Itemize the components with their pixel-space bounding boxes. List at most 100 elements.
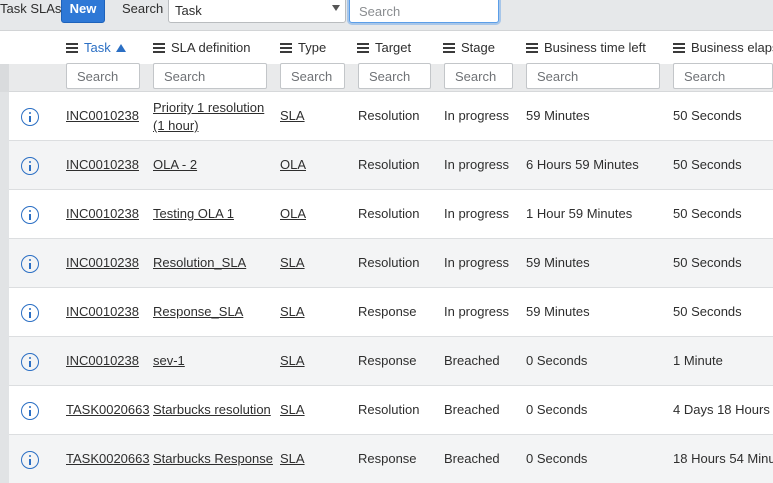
target-value: Resolution — [358, 402, 420, 417]
type-link[interactable]: SLA — [280, 108, 305, 123]
business-elapsed-value: 50 Seconds — [673, 206, 742, 221]
target-value: Resolution — [358, 108, 420, 123]
task-sla-table: Task SLA definition Type Target Stage Bu… — [0, 31, 773, 483]
list-menu-icon[interactable] — [153, 42, 165, 53]
business-time-left-value: 6 Hours 59 Minutes — [526, 157, 639, 172]
business-elapsed-value: 50 Seconds — [673, 157, 742, 172]
type-link[interactable]: SLA — [280, 451, 305, 466]
task-link[interactable]: INC0010238 — [66, 108, 139, 123]
task-link[interactable]: INC0010238 — [66, 353, 139, 368]
column-header-sla-definition[interactable]: SLA definition — [153, 40, 251, 55]
task-link[interactable]: INC0010238 — [66, 157, 139, 172]
column-header-label: Business elapsed — [691, 40, 773, 55]
table-row: INC0010238 Testing OLA 1 OLA Resolution … — [0, 190, 773, 239]
table-body: INC0010238 Priority 1 resolution (1 hour… — [0, 92, 773, 483]
list-menu-icon[interactable] — [66, 42, 78, 53]
stage-value: Breached — [444, 451, 500, 466]
sla-definition-link[interactable]: Response_SLA — [153, 304, 243, 319]
target-value: Response — [358, 353, 417, 368]
type-link[interactable]: OLA — [280, 206, 306, 221]
business-elapsed-value: 50 Seconds — [673, 304, 742, 319]
stage-value: Breached — [444, 353, 500, 368]
column-header-task[interactable]: Task — [66, 40, 126, 55]
info-circle-icon[interactable] — [21, 157, 39, 175]
table-row: INC0010238 Priority 1 resolution (1 hour… — [0, 92, 773, 141]
table-row: TASK0020663 Starbucks Response SLA Respo… — [0, 435, 773, 483]
column-header-label: Stage — [461, 40, 495, 55]
search-input-business-time-left[interactable] — [526, 63, 660, 89]
info-circle-icon[interactable] — [21, 255, 39, 273]
column-header-type[interactable]: Type — [280, 40, 326, 55]
type-link[interactable]: SLA — [280, 304, 305, 319]
task-link[interactable]: INC0010238 — [66, 304, 139, 319]
column-header-label: Type — [298, 40, 327, 55]
stage-value: In progress — [444, 157, 510, 172]
target-value: Response — [358, 451, 417, 466]
new-button[interactable]: New — [61, 0, 105, 23]
info-circle-icon[interactable] — [21, 304, 39, 322]
type-link[interactable]: OLA — [280, 157, 306, 172]
table-header-row: Task SLA definition Type Target Stage Bu… — [0, 31, 773, 64]
search-label: Search — [122, 1, 164, 16]
table-row: INC0010238 OLA - 2 OLA Resolution In pro… — [0, 141, 773, 190]
column-header-label: Target — [375, 40, 412, 55]
business-elapsed-value: 18 Hours 54 Minutes — [673, 451, 773, 466]
column-header-business-time-left[interactable]: Business time left — [526, 40, 646, 55]
column-header-stage[interactable]: Stage — [443, 40, 495, 55]
list-menu-icon[interactable] — [526, 42, 538, 53]
type-link[interactable]: SLA — [280, 353, 305, 368]
sla-definition-link[interactable]: Resolution_SLA — [153, 255, 246, 270]
search-input-stage[interactable] — [444, 63, 513, 89]
search-field-value: Task — [175, 3, 202, 18]
sla-definition-link[interactable]: OLA - 2 — [153, 157, 197, 172]
info-circle-icon[interactable] — [21, 108, 39, 126]
business-time-left-value: 59 Minutes — [526, 108, 590, 123]
stage-value: In progress — [444, 255, 510, 270]
sla-definition-link[interactable]: Testing OLA 1 — [153, 206, 234, 221]
sla-definition-link[interactable]: sev-1 — [153, 353, 185, 368]
type-link[interactable]: SLA — [280, 255, 305, 270]
search-input[interactable] — [349, 0, 499, 23]
task-link[interactable]: INC0010238 — [66, 255, 139, 270]
task-link[interactable]: TASK0020663 — [66, 451, 150, 466]
target-value: Resolution — [358, 157, 420, 172]
list-menu-icon[interactable] — [673, 42, 685, 53]
business-time-left-value: 1 Hour 59 Minutes — [526, 206, 633, 221]
stage-value: In progress — [444, 206, 510, 221]
column-header-target[interactable]: Target — [357, 40, 411, 55]
sla-definition-link[interactable]: Starbucks Response — [153, 451, 273, 466]
list-menu-icon[interactable] — [357, 42, 369, 53]
target-value: Resolution — [358, 255, 420, 270]
target-value: Resolution — [358, 206, 420, 221]
stage-value: In progress — [444, 108, 510, 123]
info-circle-icon[interactable] — [21, 402, 39, 420]
list-menu-icon[interactable] — [443, 42, 455, 53]
business-time-left-value: 0 Seconds — [526, 353, 588, 368]
search-input-type[interactable] — [280, 63, 345, 89]
column-header-label: SLA definition — [171, 40, 251, 55]
search-input-target[interactable] — [358, 63, 431, 89]
table-row: INC0010238 Response_SLA SLA Response In … — [0, 288, 773, 337]
task-link[interactable]: TASK0020663 — [66, 402, 150, 417]
search-input-task[interactable] — [66, 63, 140, 89]
info-circle-icon[interactable] — [21, 353, 39, 371]
table-row: INC0010238 sev-1 SLA Response Breached 0… — [0, 337, 773, 386]
info-circle-icon[interactable] — [21, 451, 39, 469]
column-header-business-elapsed[interactable]: Business elapsed — [673, 40, 773, 55]
sla-definition-link[interactable]: Priority 1 resolution (1 hour) — [153, 99, 277, 135]
search-input-sla-definition[interactable] — [153, 63, 267, 89]
business-time-left-value: 59 Minutes — [526, 304, 590, 319]
table-row: TASK0020663 Starbucks resolution SLA Res… — [0, 386, 773, 435]
type-link[interactable]: SLA — [280, 402, 305, 417]
list-menu-icon[interactable] — [280, 42, 292, 53]
sla-definition-link[interactable]: Starbucks resolution — [153, 402, 271, 417]
list-toolbar: Task SLAs New Search Task — [0, 0, 773, 31]
search-input-business-elapsed[interactable] — [673, 63, 773, 89]
sort-ascending-icon — [115, 43, 126, 52]
column-header-label: Business time left — [544, 40, 646, 55]
info-circle-icon[interactable] — [21, 206, 39, 224]
target-value: Response — [358, 304, 417, 319]
search-field-select[interactable]: Task — [168, 0, 346, 23]
task-link[interactable]: INC0010238 — [66, 206, 139, 221]
column-search-row — [0, 63, 773, 92]
